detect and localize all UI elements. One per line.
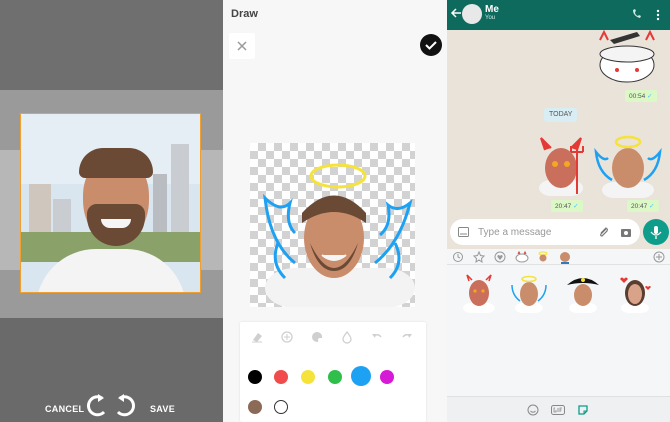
- color-swatch-blue-selected[interactable]: [351, 366, 371, 386]
- avatar[interactable]: [462, 4, 482, 24]
- crop-screen: CANCEL SAVE: [0, 0, 223, 422]
- sticker-pack-1[interactable]: [515, 251, 529, 263]
- sticker-drawing: [263, 163, 415, 307]
- chat-screen: Me You 00:54 ✓ TODAY 20:47 ✓ 20:47 ✓ Typ…: [447, 0, 670, 422]
- sticker-woman-hearts[interactable]: [617, 273, 653, 313]
- sticker-message-angel[interactable]: [594, 132, 662, 198]
- more-options-icon[interactable]: [655, 8, 661, 22]
- building: [171, 144, 189, 239]
- recent-icon[interactable]: [452, 251, 464, 263]
- done-button[interactable]: [420, 34, 442, 56]
- trident-drawing: [570, 146, 584, 194]
- drawing-toolbar: [240, 322, 426, 422]
- draw-screen: Draw: [223, 0, 447, 422]
- sticker-tray-tabs: [447, 249, 670, 265]
- add-icon[interactable]: [653, 251, 665, 263]
- page-title: Draw: [231, 8, 258, 20]
- attach-icon[interactable]: [598, 226, 610, 238]
- camera-icon[interactable]: [620, 226, 632, 238]
- person-hair: [79, 148, 153, 178]
- rotate-left-icon[interactable]: [84, 392, 110, 420]
- message-time: 20:47 ✓: [627, 200, 659, 212]
- person-smile: [101, 219, 131, 228]
- save-button[interactable]: SAVE: [150, 404, 175, 414]
- color-swatch-brown[interactable]: [248, 400, 262, 414]
- color-swatch-purple[interactable]: [380, 370, 394, 384]
- palette-icon[interactable]: [310, 330, 324, 344]
- emoji-icon[interactable]: [527, 404, 539, 416]
- close-button[interactable]: [229, 33, 255, 59]
- color-swatch-red[interactable]: [274, 370, 288, 384]
- sticker-devil[interactable]: [461, 273, 497, 313]
- crop-actions: CANCEL SAVE: [0, 392, 223, 422]
- gif-icon[interactable]: [551, 404, 565, 416]
- mic-button[interactable]: [643, 219, 669, 245]
- sticker-pack-3[interactable]: [559, 250, 571, 264]
- color-swatch-yellow[interactable]: [301, 370, 315, 384]
- cancel-button[interactable]: CANCEL: [45, 404, 84, 414]
- mic-icon: [650, 226, 662, 239]
- sticker-message-teacup[interactable]: [592, 30, 662, 85]
- message-time: 00:54 ✓: [625, 90, 657, 102]
- sticker-pirate[interactable]: [565, 273, 601, 313]
- sticker-pack-2[interactable]: [537, 251, 549, 263]
- chat-header: Me You: [447, 0, 670, 30]
- building: [29, 184, 51, 239]
- heart-icon[interactable]: [494, 251, 506, 263]
- message-input[interactable]: Type a message: [478, 227, 551, 238]
- call-icon[interactable]: [631, 8, 643, 20]
- opacity-icon[interactable]: [340, 330, 354, 344]
- color-swatch-green[interactable]: [328, 370, 342, 384]
- favorites-icon[interactable]: [473, 251, 485, 263]
- drawing-canvas[interactable]: [250, 143, 415, 307]
- day-divider: TODAY: [544, 108, 578, 122]
- rotate-right-icon[interactable]: [112, 392, 138, 420]
- eraser-icon[interactable]: [250, 330, 264, 344]
- sticker-icon[interactable]: [577, 404, 589, 416]
- sticker-tray-bottom-bar: [447, 396, 670, 422]
- contact-subtitle: You: [485, 15, 496, 21]
- emoji-icon[interactable]: [280, 330, 294, 344]
- back-arrow-icon[interactable]: [449, 6, 463, 20]
- message-input-bar[interactable]: Type a message: [450, 219, 640, 245]
- building: [153, 174, 167, 239]
- color-swatch-black[interactable]: [248, 370, 262, 384]
- undo-icon[interactable]: [370, 330, 384, 344]
- check-icon: [425, 41, 437, 50]
- keyboard-icon[interactable]: [458, 227, 469, 237]
- color-swatch-white[interactable]: [274, 400, 288, 414]
- sticker-angel[interactable]: [511, 273, 547, 313]
- close-icon: [237, 41, 247, 51]
- crop-frame[interactable]: [20, 113, 201, 293]
- crop-top-mask: [0, 0, 223, 90]
- message-time: 20:47 ✓: [551, 200, 583, 212]
- redo-icon[interactable]: [400, 330, 414, 344]
- contact-name[interactable]: Me: [485, 4, 499, 15]
